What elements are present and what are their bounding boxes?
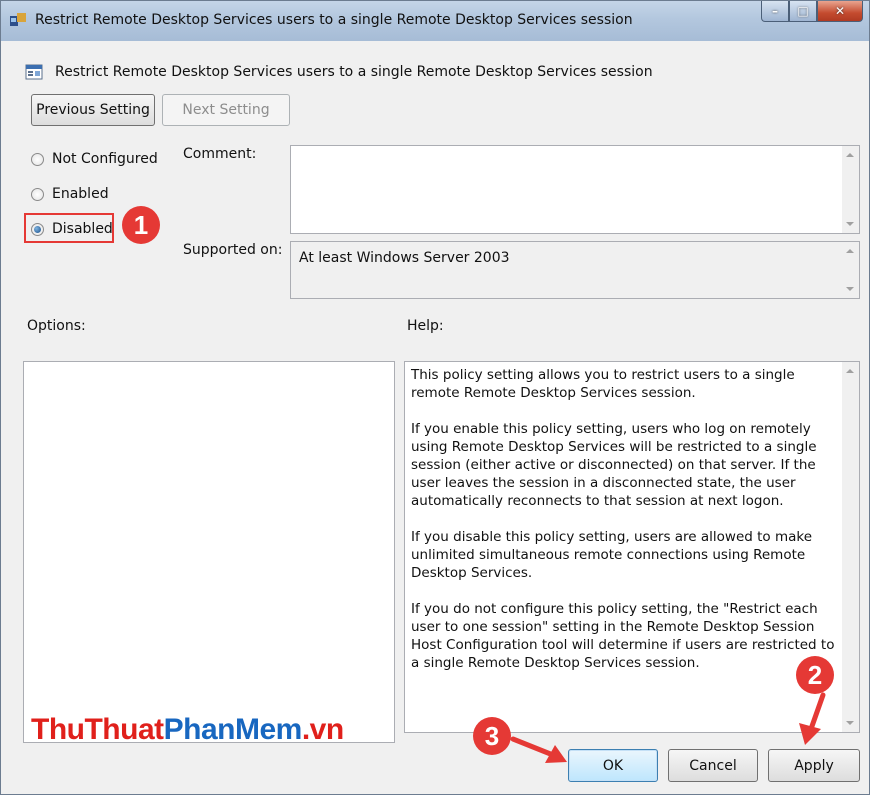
not-configured-option[interactable]: Not Configured [31,151,158,167]
step-2-badge: 2 [796,656,834,694]
enabled-label: Enabled [52,186,109,202]
help-text: This policy setting allows you to restri… [411,366,835,690]
help-scrollbar[interactable] [842,362,859,732]
disabled-highlight-box [24,213,114,243]
comment-field[interactable] [290,145,860,234]
options-panel [23,361,395,743]
not-configured-radio[interactable] [31,152,44,166]
help-panel: This policy setting allows you to restri… [404,361,860,733]
not-configured-label: Not Configured [52,151,158,167]
supported-on-label: Supported on: [183,242,283,258]
supported-on-field: At least Windows Server 2003 [290,241,860,299]
close-icon: ✕ [834,4,846,18]
caption-buttons: – □ ✕ [761,1,863,22]
help-paragraph: This policy setting allows you to restri… [411,367,795,401]
scroll-down-icon[interactable] [846,721,854,725]
next-setting-button[interactable]: Next Setting [162,94,290,126]
comment-label: Comment: [183,146,257,162]
maximize-button[interactable]: □ [789,1,817,22]
enabled-option[interactable]: Enabled [31,186,109,202]
scroll-down-icon[interactable] [846,222,854,226]
policy-title: Restrict Remote Desktop Services users t… [55,64,653,80]
enabled-radio[interactable] [31,187,44,201]
help-paragraph: If you enable this policy setting, users… [411,421,817,509]
window-title: Restrict Remote Desktop Services users t… [35,12,633,28]
help-paragraph: If you disable this policy setting, user… [411,529,813,581]
close-button[interactable]: ✕ [817,1,863,22]
maximize-icon: □ [797,4,809,18]
step-3-arrow-icon [510,736,567,763]
scroll-up-icon[interactable] [846,153,854,157]
watermark-part1: ThuThuat [31,713,164,746]
scroll-down-icon[interactable] [846,287,854,291]
site-watermark: ThuThuatPhanMem.vn [31,713,344,747]
previous-setting-button[interactable]: Previous Setting [31,94,155,126]
policy-setting-icon [25,64,43,80]
watermark-part3: .vn [301,713,344,746]
comment-scrollbar[interactable] [842,146,859,233]
help-paragraph: If you do not configure this policy sett… [411,601,835,671]
policy-dialog: Restrict Remote Desktop Services users t… [0,0,870,795]
supported-on-value: At least Windows Server 2003 [299,250,510,266]
minimize-button[interactable]: – [761,1,789,22]
options-label: Options: [27,318,86,334]
scroll-up-icon[interactable] [846,249,854,253]
step-3-badge: 3 [473,717,511,755]
policy-header: Restrict Remote Desktop Services users t… [25,61,653,83]
scroll-up-icon[interactable] [846,369,854,373]
step-1-badge: 1 [122,206,160,244]
ok-button[interactable]: OK [568,749,658,782]
policy-app-icon [10,13,26,26]
watermark-part2: PhanMem [163,713,303,746]
help-label: Help: [407,318,444,334]
cancel-button[interactable]: Cancel [668,749,758,782]
apply-button[interactable]: Apply [768,749,860,782]
title-bar[interactable]: Restrict Remote Desktop Services users t… [1,1,869,41]
minimize-icon: – [772,4,778,18]
step-2-arrow-icon [799,692,826,745]
supported-scrollbar[interactable] [842,242,859,298]
